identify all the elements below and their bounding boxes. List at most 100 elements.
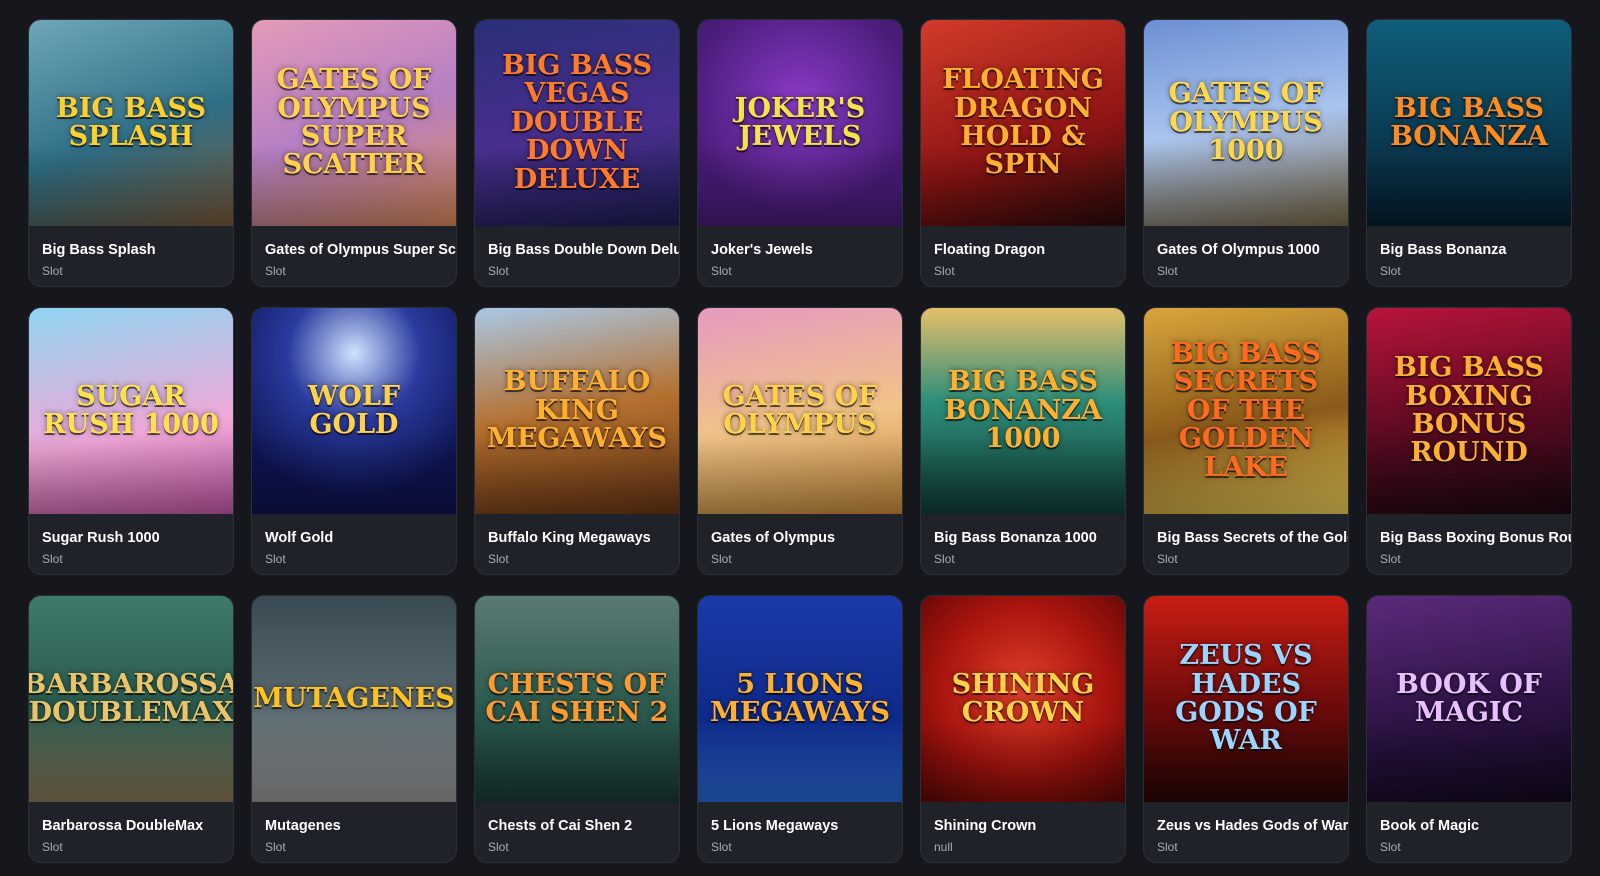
game-card[interactable]: JOKER'S JEWELS Joker's Jewels Slot	[697, 19, 903, 287]
game-art-title: WOLF GOLD	[308, 380, 400, 440]
game-thumbnail[interactable]: BARBAROSSA DOUBLEMAX	[29, 596, 233, 802]
game-thumbnail[interactable]: BIG BASS SPLASH	[29, 20, 233, 226]
game-art-title: BIG BASS BONANZA 1000	[944, 366, 1102, 455]
game-name: Big Bass Secrets of the Golde	[1157, 530, 1348, 546]
game-type: Slot	[1157, 264, 1178, 278]
game-thumbnail[interactable]: WOLF GOLD	[252, 308, 456, 514]
game-art-title: GATES OF OLYMPUS SUPER SCATTER	[276, 64, 432, 181]
game-info: Gates of Olympus Super Sca Slot	[252, 226, 456, 278]
game-card[interactable]: SHINING CROWN Shining Crown null	[920, 595, 1126, 863]
game-art-title: JOKER'S JEWELS	[734, 92, 866, 152]
game-name: Gates of Olympus	[711, 530, 836, 546]
game-type: Slot	[488, 552, 509, 566]
game-info: Big Bass Splash Slot	[29, 226, 233, 278]
game-info: Gates Of Olympus 1000 Slot	[1144, 226, 1348, 278]
game-type: Slot	[711, 552, 732, 566]
game-thumbnail[interactable]: SHINING CROWN	[921, 596, 1125, 802]
game-thumbnail[interactable]: BIG BASS SECRETS OF THE GOLDEN LAKE	[1144, 308, 1348, 514]
game-card[interactable]: GATES OF OLYMPUS 1000 Gates Of Olympus 10…	[1143, 19, 1349, 287]
game-name: Joker's Jewels	[711, 242, 813, 258]
game-card[interactable]: BIG BASS BOXING BONUS ROUND Big Bass Boxi…	[1366, 307, 1572, 575]
game-card[interactable]: ZEUS VS HADES GODS OF WAR Zeus vs Hades G…	[1143, 595, 1349, 863]
game-info: Big Bass Boxing Bonus Round Slot	[1367, 514, 1571, 566]
game-info: Chests of Cai Shen 2 Slot	[475, 802, 679, 854]
game-art-title: CHESTS OF CAI SHEN 2	[485, 668, 669, 728]
game-card[interactable]: BUFFALO KING MEGAWAYS Buffalo King Megawa…	[474, 307, 680, 575]
game-card[interactable]: GATES OF OLYMPUS Gates of Olympus Slot	[697, 307, 903, 575]
game-type: Slot	[1157, 840, 1178, 854]
game-name: Sugar Rush 1000	[42, 530, 160, 546]
game-info: Book of Magic Slot	[1367, 802, 1571, 854]
game-art-title: BIG BASS VEGAS DOUBLE DOWN DELUXE	[501, 50, 653, 195]
game-thumbnail[interactable]: BIG BASS VEGAS DOUBLE DOWN DELUXE	[475, 20, 679, 226]
game-type: Slot	[488, 840, 509, 854]
game-card[interactable]: CHESTS OF CAI SHEN 2 Chests of Cai Shen 2…	[474, 595, 680, 863]
game-thumbnail[interactable]: BIG BASS BONANZA 1000	[921, 308, 1125, 514]
game-card[interactable]: BIG BASS BONANZA 1000 Big Bass Bonanza 10…	[920, 307, 1126, 575]
game-info: 5 Lions Megaways Slot	[698, 802, 902, 854]
game-name: Gates of Olympus Super Sca	[265, 242, 456, 258]
game-thumbnail[interactable]: BIG BASS BONANZA	[1367, 20, 1571, 226]
game-info: Big Bass Bonanza 1000 Slot	[921, 514, 1125, 566]
game-card[interactable]: BARBAROSSA DOUBLEMAX Barbarossa DoubleMax…	[28, 595, 234, 863]
game-thumbnail[interactable]: MUTAGENES	[252, 596, 456, 802]
game-info: Shining Crown null	[921, 802, 1125, 854]
game-name: Shining Crown	[934, 818, 1037, 834]
game-type: Slot	[488, 264, 509, 278]
game-info: Zeus vs Hades Gods of War Slot	[1144, 802, 1348, 854]
game-card[interactable]: SUGAR RUSH 1000 Sugar Rush 1000 Slot	[28, 307, 234, 575]
game-art-title: BUFFALO KING MEGAWAYS	[486, 366, 668, 455]
game-thumbnail[interactable]: BUFFALO KING MEGAWAYS	[475, 308, 679, 514]
game-name: Mutagenes	[265, 818, 341, 834]
game-thumbnail[interactable]: SUGAR RUSH 1000	[29, 308, 233, 514]
game-name: Big Bass Boxing Bonus Round	[1380, 530, 1571, 546]
game-art-title: BIG BASS BOXING BONUS ROUND	[1393, 352, 1545, 469]
game-thumbnail[interactable]: 5 LIONS MEGAWAYS	[698, 596, 902, 802]
game-card[interactable]: WOLF GOLD Wolf Gold Slot	[251, 307, 457, 575]
game-name: Big Bass Double Down Delux	[488, 242, 679, 258]
game-thumbnail[interactable]: CHESTS OF CAI SHEN 2	[475, 596, 679, 802]
game-card[interactable]: BIG BASS VEGAS DOUBLE DOWN DELUXE Big Bas…	[474, 19, 680, 287]
game-card[interactable]: BIG BASS SECRETS OF THE GOLDEN LAKE Big B…	[1143, 307, 1349, 575]
game-thumbnail[interactable]: ZEUS VS HADES GODS OF WAR	[1144, 596, 1348, 802]
game-info: Big Bass Secrets of the Golde Slot	[1144, 514, 1348, 566]
game-type: Slot	[42, 264, 63, 278]
game-thumbnail[interactable]: BIG BASS BOXING BONUS ROUND	[1367, 308, 1571, 514]
game-card[interactable]: BIG BASS BONANZA Big Bass Bonanza Slot	[1366, 19, 1572, 287]
game-art-title: 5 LIONS MEGAWAYS	[709, 668, 891, 728]
game-art-title: BIG BASS BONANZA	[1390, 92, 1548, 152]
game-type: Slot	[265, 264, 286, 278]
game-thumbnail[interactable]: GATES OF OLYMPUS 1000	[1144, 20, 1348, 226]
game-info: Floating Dragon Slot	[921, 226, 1125, 278]
game-art-title: GATES OF OLYMPUS 1000	[1168, 78, 1324, 167]
game-card[interactable]: 5 LIONS MEGAWAYS 5 Lions Megaways Slot	[697, 595, 903, 863]
game-thumbnail[interactable]: GATES OF OLYMPUS	[698, 308, 902, 514]
game-name: Barbarossa DoubleMax	[42, 818, 204, 834]
game-name: Big Bass Bonanza	[1380, 242, 1507, 258]
game-thumbnail[interactable]: FLOATING DRAGON HOLD & SPIN	[921, 20, 1125, 226]
game-grid: BIG BASS SPLASH Big Bass Splash Slot GATES …	[28, 19, 1572, 863]
game-name: Zeus vs Hades Gods of War	[1157, 818, 1348, 834]
game-art-title: SUGAR RUSH 1000	[43, 380, 219, 440]
game-name: Chests of Cai Shen 2	[488, 818, 633, 834]
game-thumbnail[interactable]: JOKER'S JEWELS	[698, 20, 902, 226]
game-card[interactable]: BIG BASS SPLASH Big Bass Splash Slot	[28, 19, 234, 287]
game-info: Buffalo King Megaways Slot	[475, 514, 679, 566]
game-name: Wolf Gold	[265, 530, 334, 546]
game-card[interactable]: BOOK OF MAGIC Book of Magic Slot	[1366, 595, 1572, 863]
game-name: Big Bass Bonanza 1000	[934, 530, 1097, 546]
game-art-title: BOOK OF MAGIC	[1396, 668, 1542, 728]
game-info: Gates of Olympus Slot	[698, 514, 902, 566]
game-thumbnail[interactable]: BOOK OF MAGIC	[1367, 596, 1571, 802]
game-card[interactable]: FLOATING DRAGON HOLD & SPIN Floating Drag…	[920, 19, 1126, 287]
game-type: Slot	[1380, 840, 1401, 854]
game-card[interactable]: MUTAGENES Mutagenes Slot	[251, 595, 457, 863]
game-thumbnail[interactable]: GATES OF OLYMPUS SUPER SCATTER	[252, 20, 456, 226]
game-type: Slot	[265, 552, 286, 566]
game-name: Floating Dragon	[934, 242, 1046, 258]
game-art-title: BIG BASS SPLASH	[55, 92, 207, 152]
game-art-title: MUTAGENES	[253, 682, 455, 714]
game-info: Barbarossa DoubleMax Slot	[29, 802, 233, 854]
game-card[interactable]: GATES OF OLYMPUS SUPER SCATTER Gates of O…	[251, 19, 457, 287]
game-info: Big Bass Double Down Delux Slot	[475, 226, 679, 278]
